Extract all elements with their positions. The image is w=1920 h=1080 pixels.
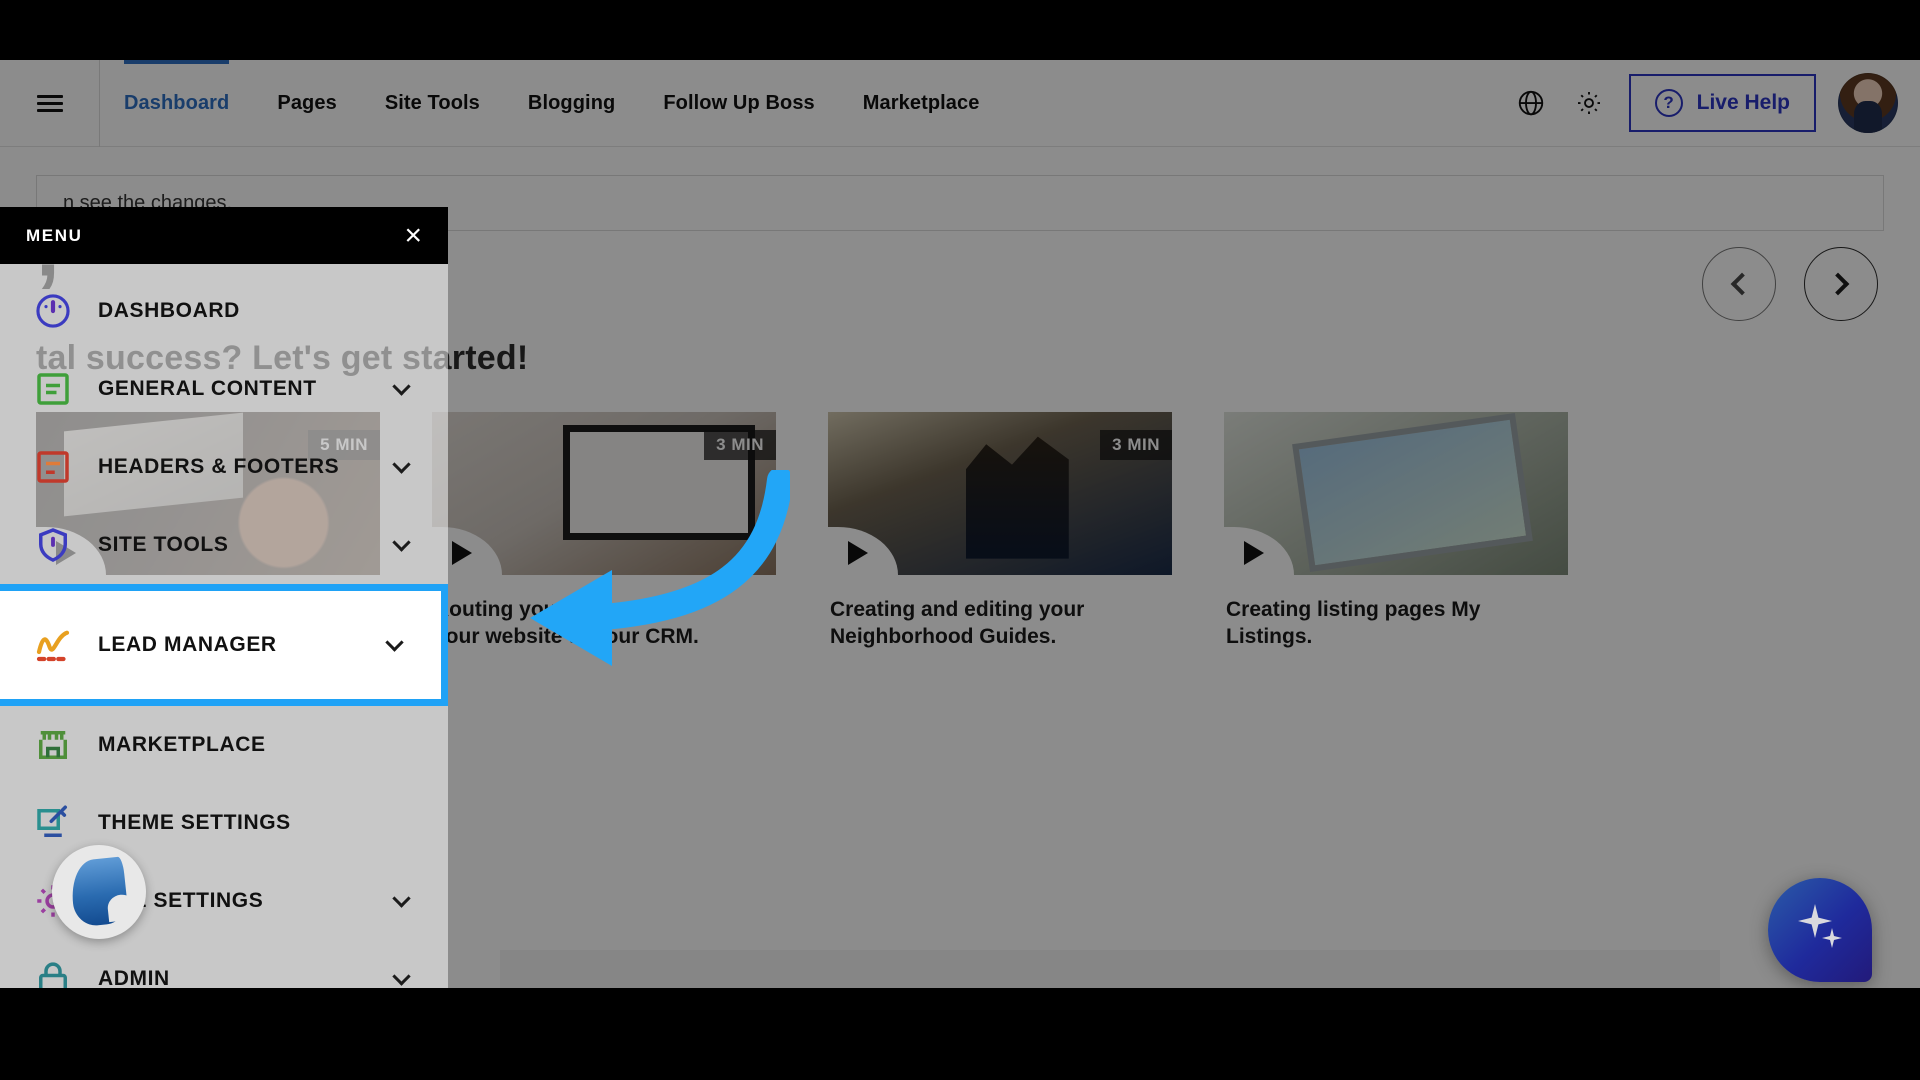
sidebar-item-site-tools[interactable]: SITE TOOLS xyxy=(0,506,448,584)
chevron-left-icon xyxy=(1730,272,1754,296)
chevron-down-icon[interactable] xyxy=(392,454,411,474)
nav-link-site-tools[interactable]: Site Tools xyxy=(361,60,504,147)
globe-icon[interactable] xyxy=(1513,85,1549,121)
primary-nav-links: Dashboard Pages Site Tools Blogging Foll… xyxy=(100,60,1003,147)
sidebar-item-label: SITE TOOLS xyxy=(98,533,229,556)
sidebar-item-theme-settings[interactable]: THEME SETTINGS xyxy=(0,784,448,862)
nav-link-follow-up-boss[interactable]: Follow Up Boss xyxy=(639,60,838,147)
letterbox-bottom xyxy=(0,988,1920,1080)
menu-drawer-title: MENU xyxy=(26,225,83,245)
nav-link-marketplace[interactable]: Marketplace xyxy=(839,60,1004,147)
hamburger-icon[interactable] xyxy=(36,91,63,116)
chevron-down-icon[interactable] xyxy=(385,632,404,652)
nav-link-blogging[interactable]: Blogging xyxy=(504,60,639,147)
sidebar-item-lead-manager[interactable]: LEAD MANAGER xyxy=(0,584,448,706)
ai-assistant-button[interactable] xyxy=(1768,878,1872,982)
sidebar-item-general-content[interactable]: GENERAL CONTENT xyxy=(0,350,448,428)
storefront-icon xyxy=(30,722,76,768)
live-help-label: Live Help xyxy=(1696,91,1790,114)
video-card[interactable]: Creating listing pages My Listings. xyxy=(1224,412,1568,677)
sidebar-item-dashboard[interactable]: DASHBOARD xyxy=(0,272,448,350)
chevron-down-icon[interactable] xyxy=(392,376,411,396)
sidebar-item-label: DASHBOARD xyxy=(98,299,240,322)
chevron-right-icon xyxy=(1826,272,1850,296)
sidebar-item-label: HEADERS & FOOTERS xyxy=(98,455,340,478)
sidebar-item-headers-footers[interactable]: HEADERS & FOOTERS xyxy=(0,428,448,506)
chevron-down-icon[interactable] xyxy=(392,888,411,908)
play-icon xyxy=(452,541,472,565)
speedometer-icon xyxy=(30,288,76,334)
carousel-navigation xyxy=(1702,247,1878,321)
carousel-prev-button[interactable] xyxy=(1702,247,1776,321)
trend-line-icon xyxy=(30,622,76,668)
carousel-next-button[interactable] xyxy=(1804,247,1878,321)
chevron-down-icon[interactable] xyxy=(392,966,411,986)
sidebar-item-label: LEAD MANAGER xyxy=(98,633,277,656)
sidebar-item-label: GENERAL CONTENT xyxy=(98,377,317,400)
menu-drawer-header: MENU × xyxy=(0,207,448,264)
chevron-down-icon[interactable] xyxy=(392,532,411,552)
sidebar-item-label: THEME SETTINGS xyxy=(98,811,291,834)
letterbox-top xyxy=(0,0,1920,60)
shield-icon xyxy=(30,522,76,568)
play-icon xyxy=(1244,541,1264,565)
video-thumbnail[interactable]: 3 MIN xyxy=(828,412,1172,575)
flame-glyph xyxy=(68,856,130,928)
sparkles-icon xyxy=(1798,904,1832,938)
video-title: Creating listing pages My Listings. xyxy=(1226,598,1481,648)
video-title: Creating and editing your Neighborhood G… xyxy=(830,598,1085,648)
menu-drawer-items: DASHBOARD GENERAL CONTENT HEADERS & FOOT… xyxy=(0,264,448,1080)
video-card[interactable]: 3 MIN Creating and editing your Neighbor… xyxy=(828,412,1172,677)
flame-chat-icon[interactable] xyxy=(52,845,146,939)
sidebar-item-label: MARKETPLACE xyxy=(98,733,266,756)
duration-badge: 3 MIN xyxy=(704,430,776,460)
edit-screen-icon xyxy=(30,800,76,846)
video-card[interactable]: 3 MIN Routing your leads from your websi… xyxy=(432,412,776,677)
menu-toggle-button[interactable] xyxy=(0,60,100,147)
video-thumbnail[interactable] xyxy=(1224,412,1568,575)
nav-right-cluster: ? Live Help xyxy=(1513,73,1920,133)
video-title: Routing your leads from your website to … xyxy=(434,598,699,648)
play-icon xyxy=(848,541,868,565)
document-icon xyxy=(30,366,76,412)
duration-badge: 3 MIN xyxy=(1100,430,1172,460)
question-mark-icon: ? xyxy=(1654,89,1683,117)
avatar[interactable] xyxy=(1838,73,1898,133)
video-thumbnail[interactable]: 3 MIN xyxy=(432,412,776,575)
screen-root: Dashboard Pages Site Tools Blogging Foll… xyxy=(0,0,1920,1080)
top-navigation-bar: Dashboard Pages Site Tools Blogging Foll… xyxy=(0,60,1920,147)
menu-drawer: MENU × DASHBOARD GENERAL CONTENT HEADERS… xyxy=(0,207,448,1080)
sidebar-item-marketplace[interactable]: MARKETPLACE xyxy=(0,706,448,784)
sparkle-small-icon xyxy=(1822,928,1842,948)
nav-link-pages[interactable]: Pages xyxy=(253,60,360,147)
layout-icon xyxy=(30,444,76,490)
nav-link-dashboard[interactable]: Dashboard xyxy=(100,60,253,147)
live-help-button[interactable]: ? Live Help xyxy=(1628,74,1816,132)
gear-icon[interactable] xyxy=(1571,85,1607,121)
close-icon[interactable]: × xyxy=(404,220,422,251)
